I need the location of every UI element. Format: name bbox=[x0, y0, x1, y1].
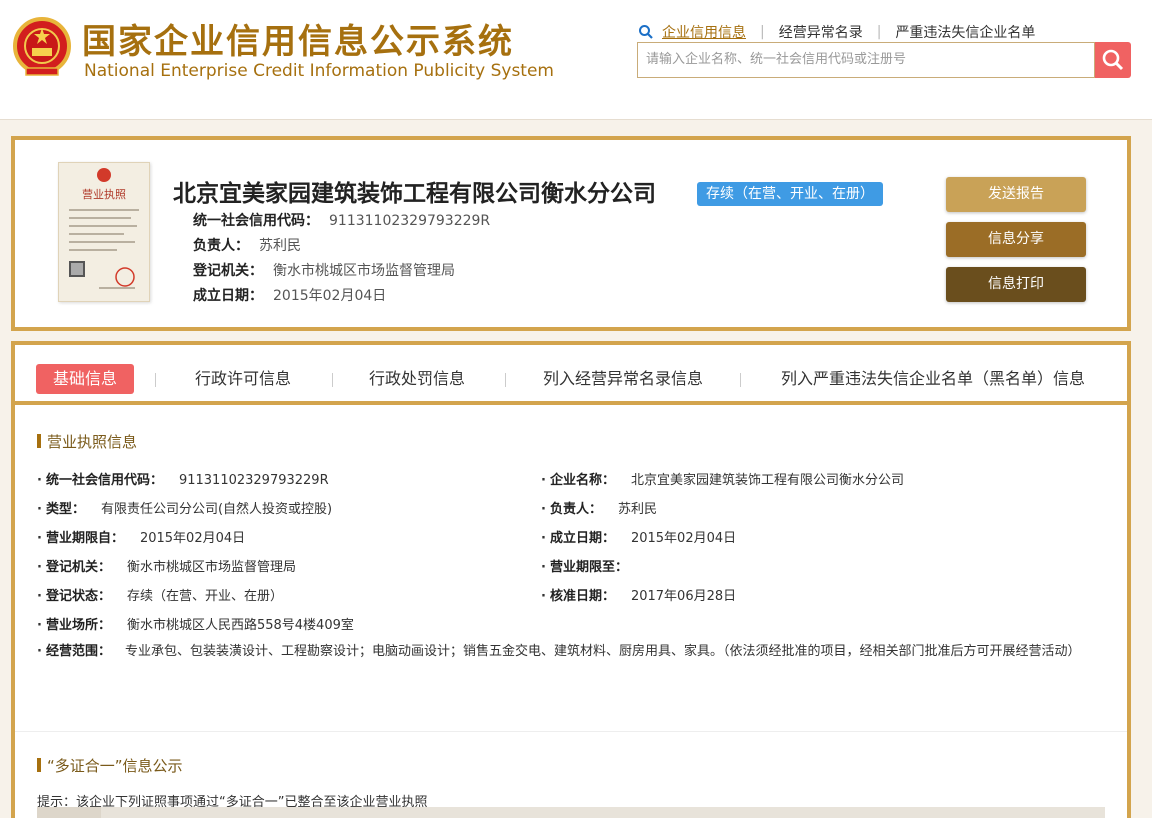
tab-blacklist[interactable]: 列入严重违法失信企业名单（黑名单）信息 bbox=[781, 364, 1085, 394]
field-business-scope: · 经营范围： 专业承包、包装装潢设计、工程勘察设计；电脑动画设计；销售五金交电、建… bbox=[37, 644, 1081, 659]
national-emblem-icon bbox=[13, 17, 71, 76]
top-nav: 企业信用信息 | 经营异常名录 | 严重违法失信企业名单 bbox=[638, 21, 1035, 43]
nav-separator: | bbox=[760, 24, 765, 40]
field-value: 北京宜美家园建筑装饰工程有限公司衡水分公司 bbox=[630, 473, 904, 488]
table-header-cell bbox=[37, 807, 101, 818]
tab-separator bbox=[155, 373, 156, 387]
field-address: · 营业场所： 衡水市桃城区人民西路558号4楼409室 bbox=[37, 618, 354, 633]
section-divider bbox=[15, 731, 1127, 732]
multi-cert-table-header bbox=[37, 807, 1105, 818]
principal-value: 苏利民 bbox=[259, 238, 301, 254]
authority-row: 登记机关： 衡水市桃城区市场监督管理局 bbox=[193, 260, 455, 280]
field-label: 营业期限自： bbox=[45, 531, 124, 546]
multi-cert-section-title: “多证合一”信息公示 bbox=[37, 755, 183, 776]
field-label: 统一社会信用代码： bbox=[45, 473, 163, 488]
field-value: 衡水市桃城区人民西路558号4楼409室 bbox=[126, 618, 354, 633]
nav-abnormal-list[interactable]: 经营异常名录 bbox=[779, 22, 863, 42]
field-authority: · 登记机关： 衡水市桃城区市场监督管理局 bbox=[37, 560, 296, 575]
tab-abnormal-list[interactable]: 列入经营异常名录信息 bbox=[543, 364, 703, 394]
field-company-name: · 企业名称： 北京宜美家园建筑装饰工程有限公司衡水分公司 bbox=[541, 473, 904, 488]
field-approval-date: · 核准日期： 2017年06月28日 bbox=[541, 589, 737, 604]
field-label: 营业场所： bbox=[45, 618, 111, 633]
field-label: 经营范围： bbox=[45, 644, 111, 659]
send-report-button[interactable]: 发送报告 bbox=[946, 177, 1086, 212]
license-title: 营业执照 bbox=[82, 187, 126, 201]
authority-value: 衡水市桃城区市场监督管理局 bbox=[273, 263, 455, 279]
nav-blacklist[interactable]: 严重违法失信企业名单 bbox=[895, 22, 1035, 42]
field-label: 核准日期： bbox=[549, 589, 615, 604]
field-label: 营业期限至： bbox=[549, 560, 628, 575]
field-credit-code: · 统一社会信用代码： 91131102329793229R bbox=[37, 473, 329, 488]
tab-separator bbox=[505, 373, 506, 387]
search-button[interactable] bbox=[1095, 42, 1131, 78]
principal-row: 负责人： 苏利民 bbox=[193, 235, 301, 255]
share-info-button[interactable]: 信息分享 bbox=[946, 222, 1086, 257]
nav-separator: | bbox=[876, 24, 882, 40]
search-icon bbox=[1102, 49, 1124, 71]
company-name: 北京宜美家园建筑装饰工程有限公司衡水分公司 bbox=[173, 181, 656, 207]
site-header: 国家企业信用信息公示系统 National Enterprise Credit … bbox=[0, 0, 1152, 120]
field-value: 2017年06月28日 bbox=[630, 589, 737, 604]
credit-code-label: 统一社会信用代码： bbox=[193, 213, 319, 229]
site-title: 国家企业信用信息公示系统 bbox=[82, 22, 514, 62]
field-status: · 登记状态： 存续（在营、开业、在册） bbox=[37, 589, 283, 604]
field-term-to: · 营业期限至： bbox=[541, 560, 628, 575]
authority-label: 登记机关： bbox=[193, 263, 263, 279]
field-type: · 类型： 有限责任公司分公司(自然人投资或控股) bbox=[37, 502, 333, 517]
founded-value: 2015年02月04日 bbox=[273, 288, 387, 304]
field-term-from: · 营业期限自： 2015年02月04日 bbox=[37, 531, 246, 546]
tab-bar: 基础信息 行政许可信息 行政处罚信息 列入经营异常名录信息 列入严重违法失信企业… bbox=[15, 345, 1127, 405]
field-value: 苏利民 bbox=[617, 502, 657, 517]
tab-basic-info[interactable]: 基础信息 bbox=[36, 364, 135, 394]
field-label: 企业名称： bbox=[549, 473, 615, 488]
field-label: 类型： bbox=[45, 502, 85, 517]
field-value: 91131102329793229R bbox=[178, 473, 329, 488]
license-thumbnail: 营业执照 bbox=[69, 168, 139, 289]
principal-label: 负责人： bbox=[193, 238, 249, 254]
field-value: 2015年02月04日 bbox=[139, 531, 246, 546]
site-subtitle: National Enterprise Credit Information P… bbox=[84, 61, 554, 81]
credit-code-row: 统一社会信用代码： 91131102329793229R bbox=[193, 210, 490, 230]
search-input[interactable]: 请输入企业名称、统一社会信用代码或注册号 bbox=[637, 42, 1095, 78]
field-value: 衡水市桃城区市场监督管理局 bbox=[126, 560, 296, 575]
license-section-title: 营业执照信息 bbox=[37, 431, 137, 452]
company-summary-card: 营业执照 北京宜美家园建筑装饰工程有限公司衡水分公司 存续（在营、开业、在册） … bbox=[11, 136, 1131, 331]
field-value: 存续（在营、开业、在册） bbox=[126, 589, 283, 604]
print-info-button[interactable]: 信息打印 bbox=[946, 267, 1086, 302]
status-badge: 存续（在营、开业、在册） bbox=[697, 182, 883, 206]
field-value: 有限责任公司分公司(自然人投资或控股) bbox=[100, 502, 333, 517]
tab-separator bbox=[740, 373, 741, 387]
field-label: 登记机关： bbox=[45, 560, 111, 575]
field-label: 负责人： bbox=[549, 502, 602, 517]
founded-row: 成立日期： 2015年02月04日 bbox=[193, 285, 386, 305]
credit-code-value: 91131102329793229R bbox=[329, 213, 491, 229]
field-value: 专业承包、包装装潢设计、工程勘察设计；电脑动画设计；销售五金交电、建筑材料、厨房… bbox=[124, 644, 1081, 659]
field-principal: · 负责人： 苏利民 bbox=[541, 502, 657, 517]
nav-credit-info[interactable]: 企业信用信息 bbox=[662, 22, 746, 42]
field-label: 成立日期： bbox=[549, 531, 615, 546]
field-founded: · 成立日期： 2015年02月04日 bbox=[541, 531, 737, 546]
business-license-image[interactable]: 营业执照 bbox=[58, 162, 150, 302]
detail-panel: 基础信息 行政许可信息 行政处罚信息 列入经营异常名录信息 列入严重违法失信企业… bbox=[11, 341, 1131, 818]
field-label: 登记状态： bbox=[45, 589, 111, 604]
founded-label: 成立日期： bbox=[193, 288, 263, 304]
tab-admin-license[interactable]: 行政许可信息 bbox=[195, 364, 291, 394]
field-value: 2015年02月04日 bbox=[630, 531, 737, 546]
tab-admin-penalty[interactable]: 行政处罚信息 bbox=[369, 364, 465, 394]
tab-separator bbox=[332, 373, 333, 387]
search-icon bbox=[639, 25, 653, 39]
